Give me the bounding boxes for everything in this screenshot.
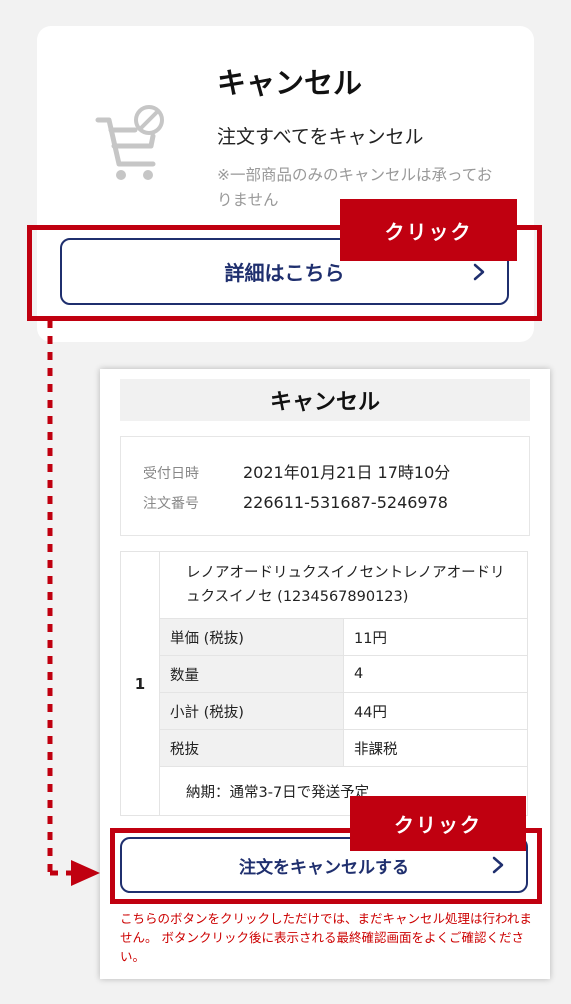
quantity-value: 4 bbox=[343, 655, 528, 693]
order-info-box: 受付日時 2021年01月21日 17時10分 注文番号 226611-531687… bbox=[120, 436, 530, 536]
order-number-label: 注文番号 bbox=[143, 496, 199, 512]
tax-label: 税抜 bbox=[159, 729, 344, 767]
card-title: キャンセル bbox=[217, 66, 363, 100]
received-row: 受付日時 2021年01月21日 17時10分 bbox=[143, 459, 450, 483]
table-row: 単価 (税抜) 11円 bbox=[121, 618, 528, 656]
subtotal-label: 小計 (税抜) bbox=[159, 692, 344, 730]
tax-value: 非課税 bbox=[343, 729, 528, 767]
table-row: 税抜 非課税 bbox=[121, 729, 528, 767]
click-callout-1: クリック bbox=[340, 199, 517, 261]
card-subtitle: 注文すべてをキャンセル bbox=[217, 126, 424, 148]
quantity-label: 数量 bbox=[159, 655, 344, 693]
click-callout-2: クリック bbox=[350, 796, 526, 851]
cancel-detail-panel: キャンセル 受付日時 2021年01月21日 17時10分 注文番号 226611-… bbox=[100, 369, 550, 979]
order-number-row: 注文番号 226611-531687-5246978 bbox=[143, 493, 448, 513]
subtotal-value: 44円 bbox=[343, 692, 528, 730]
detail-button-label: 詳細はこちら bbox=[224, 261, 345, 285]
product-name: レノアオードリュクスイノセントレノアオードリュクスイノセ (1234567890… bbox=[159, 551, 528, 619]
cart-cancel-icon bbox=[93, 100, 165, 182]
cancel-order-button-label: 注文をキャンセルする bbox=[239, 857, 409, 878]
table-row: 数量 4 bbox=[121, 655, 528, 693]
order-item-table: 1 レノアオードリュクスイノセントレノアオードリュクスイノセ (12345678… bbox=[120, 551, 528, 816]
cancel-warning: こちらのボタンをクリックしただけでは、まだキャンセル処理は行われません。 ボタン… bbox=[120, 911, 532, 964]
chevron-right-icon bbox=[492, 856, 504, 874]
received-value: 2021年01月21日 17時10分 bbox=[243, 463, 451, 482]
order-number-value: 226611-531687-5246978 bbox=[243, 493, 448, 512]
panel-title: キャンセル bbox=[120, 379, 530, 421]
chevron-right-icon bbox=[473, 263, 485, 280]
unit-price-value: 11円 bbox=[343, 618, 528, 656]
table-row: 1 レノアオードリュクスイノセントレノアオードリュクスイノセ (12345678… bbox=[120, 551, 528, 816]
table-row: 小計 (税抜) 44円 bbox=[121, 692, 528, 730]
unit-price-label: 単価 (税抜) bbox=[159, 618, 344, 656]
item-index: 1 bbox=[120, 551, 160, 816]
received-label: 受付日時 bbox=[143, 466, 199, 482]
